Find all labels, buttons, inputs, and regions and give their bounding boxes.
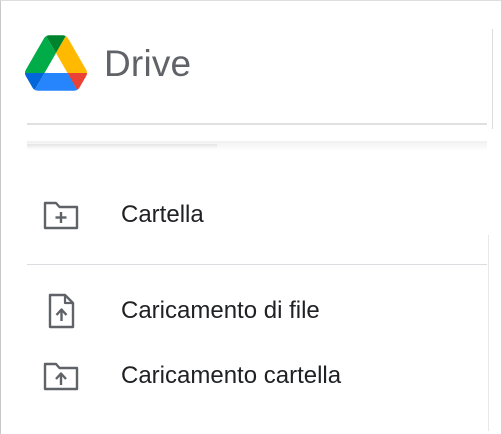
drive-header: Drive (25, 27, 191, 99)
new-folder-icon (41, 195, 81, 235)
google-drive-logo-icon[interactable] (25, 35, 87, 91)
menu-item-folder-upload[interactable]: Caricamento cartella (27, 352, 467, 400)
menu-item-label: Caricamento cartella (121, 362, 342, 389)
product-name: Drive (104, 42, 192, 84)
menu-divider (27, 264, 487, 265)
menu-shadow-strong (27, 144, 217, 149)
menu-item-file-upload[interactable]: Caricamento di file (27, 287, 467, 335)
folder-upload-icon (41, 356, 81, 396)
menu-item-label: Cartella (121, 201, 204, 228)
menu-item-new-folder[interactable]: Cartella (27, 191, 467, 239)
panel-edge-lower (488, 235, 489, 431)
file-upload-icon (41, 291, 81, 331)
drive-new-menu: Drive Cartella Caricamento di file Caric… (0, 0, 501, 434)
header-divider (27, 123, 487, 125)
menu-item-label: Caricamento di file (121, 297, 320, 324)
panel-edge (492, 29, 493, 129)
